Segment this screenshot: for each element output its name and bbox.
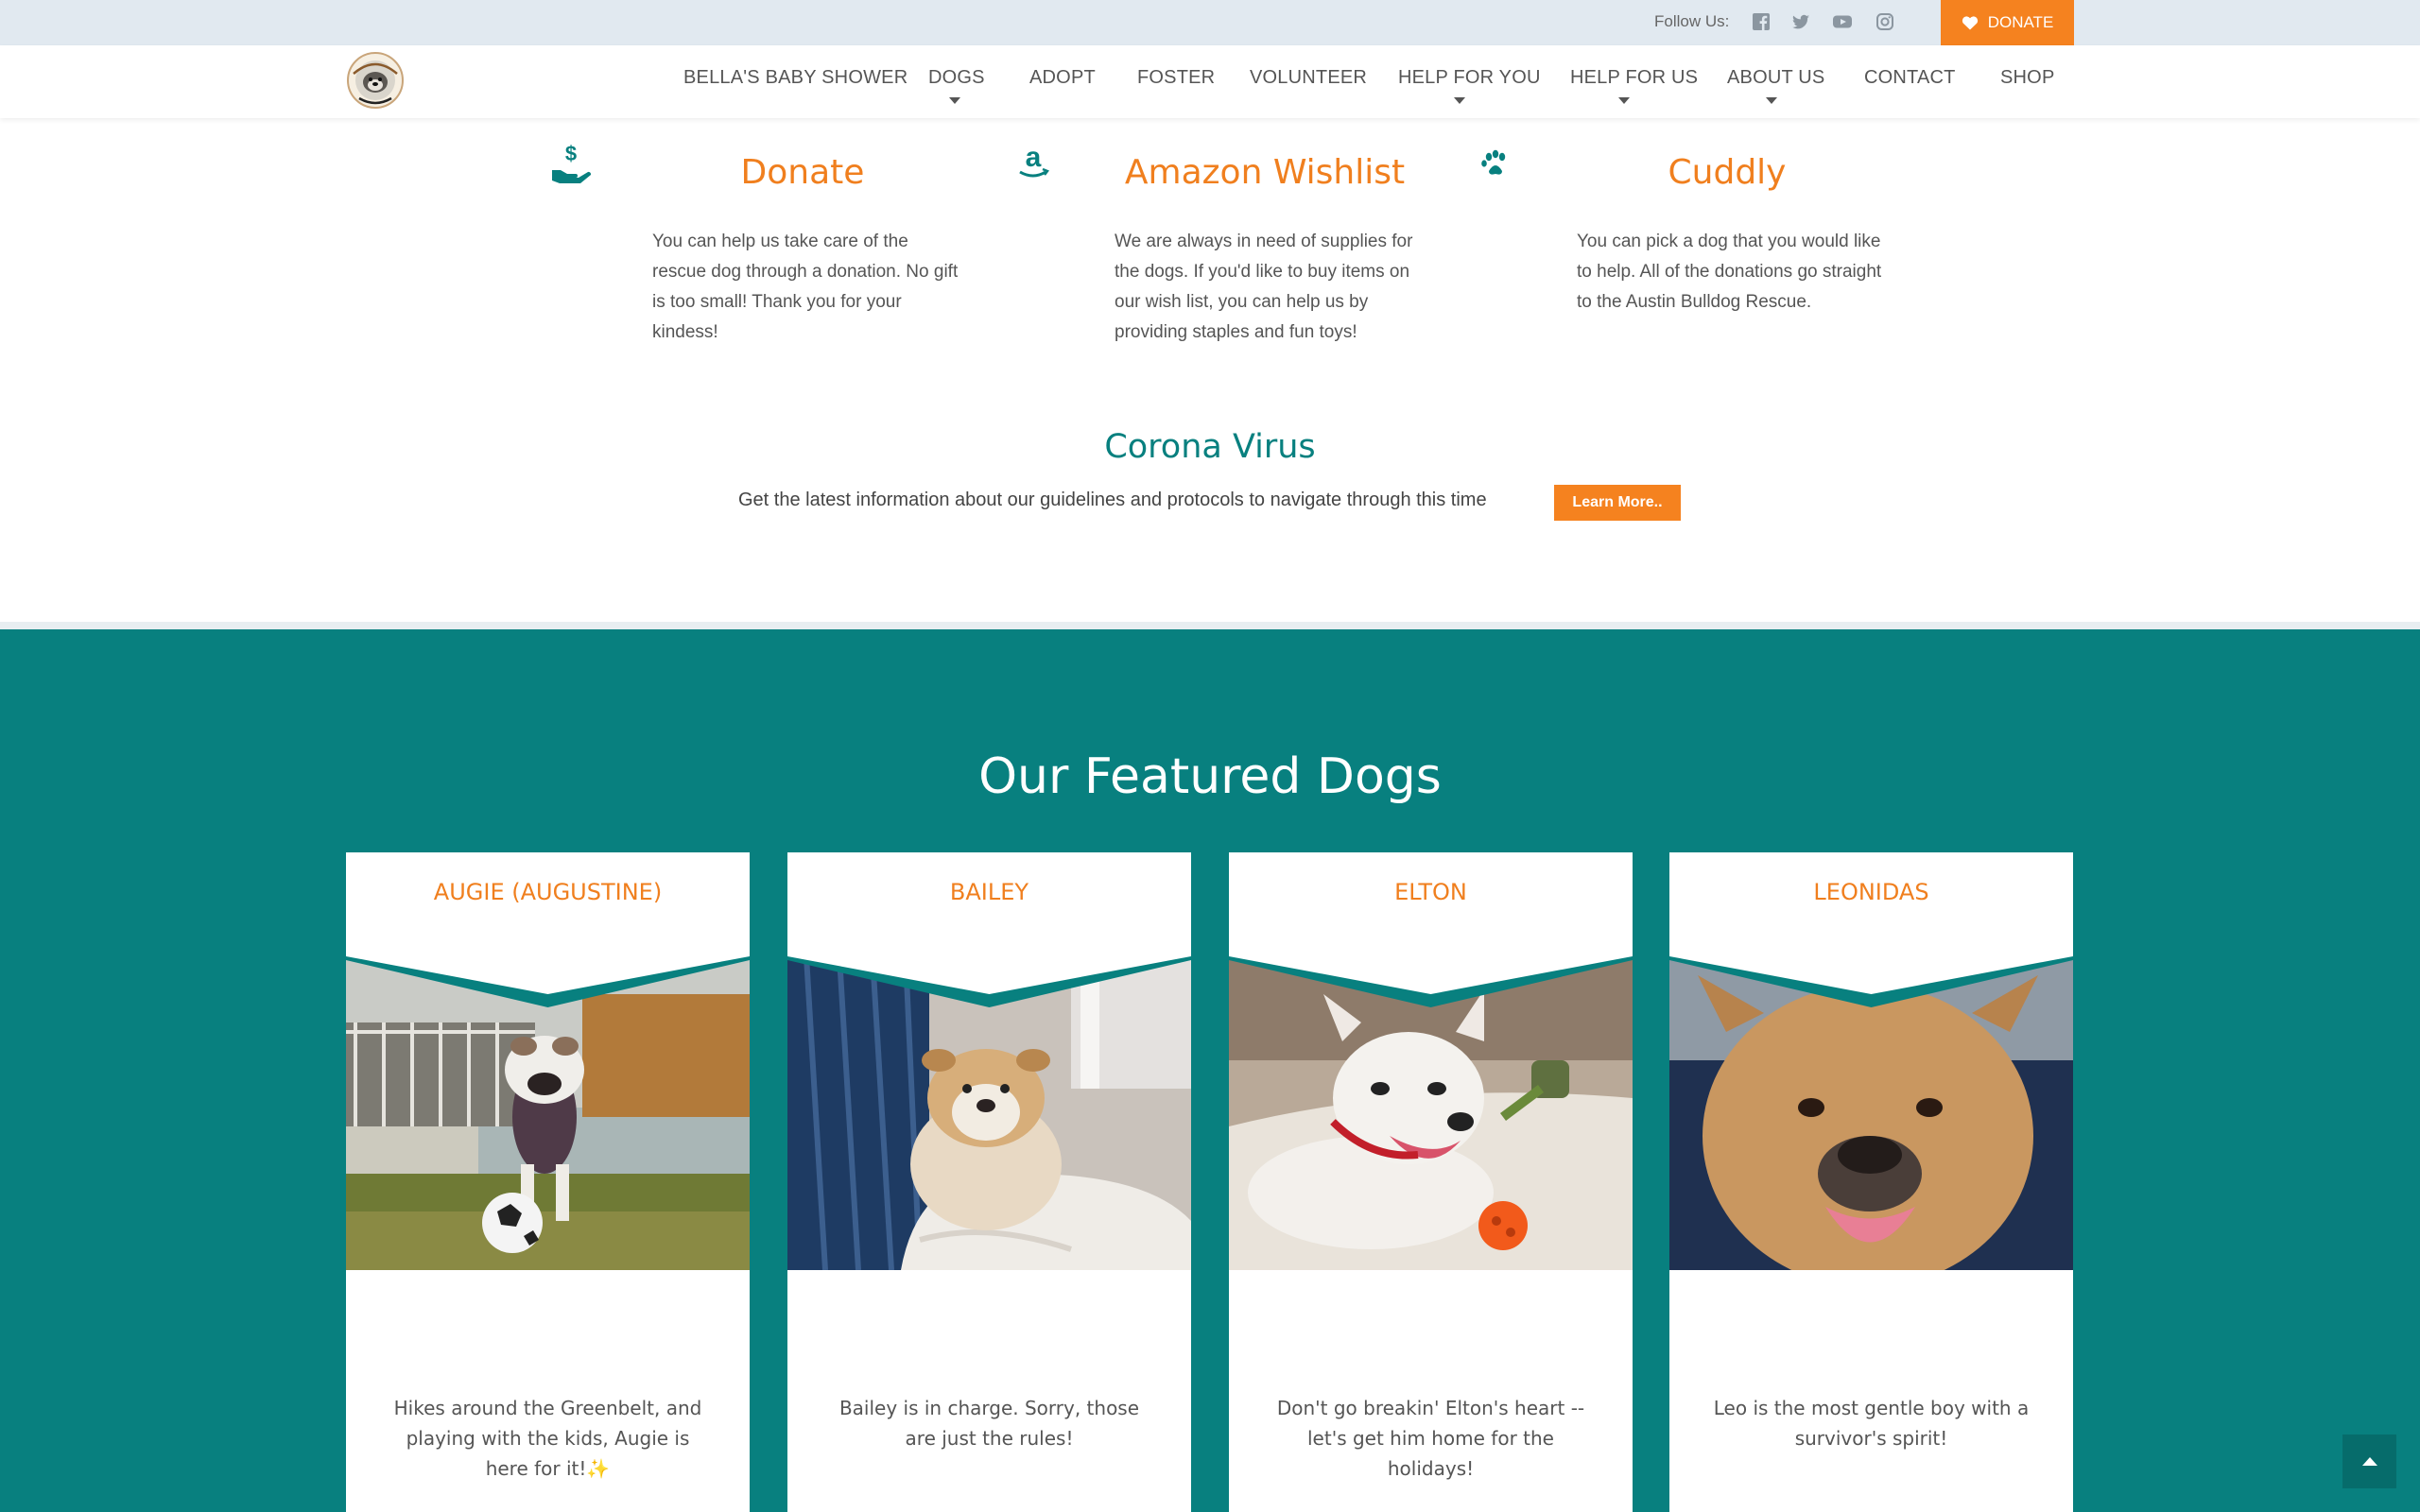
card-chevron-notch bbox=[787, 956, 1191, 994]
arrow-up-icon bbox=[2361, 1457, 2377, 1466]
card-chevron-notch bbox=[1669, 956, 2073, 994]
card-chevron-overlays bbox=[346, 956, 2073, 1007]
card-chevron-notch bbox=[346, 956, 750, 994]
scroll-to-top-button[interactable] bbox=[2342, 1435, 2396, 1488]
card-chevron-notch bbox=[1229, 956, 1633, 994]
